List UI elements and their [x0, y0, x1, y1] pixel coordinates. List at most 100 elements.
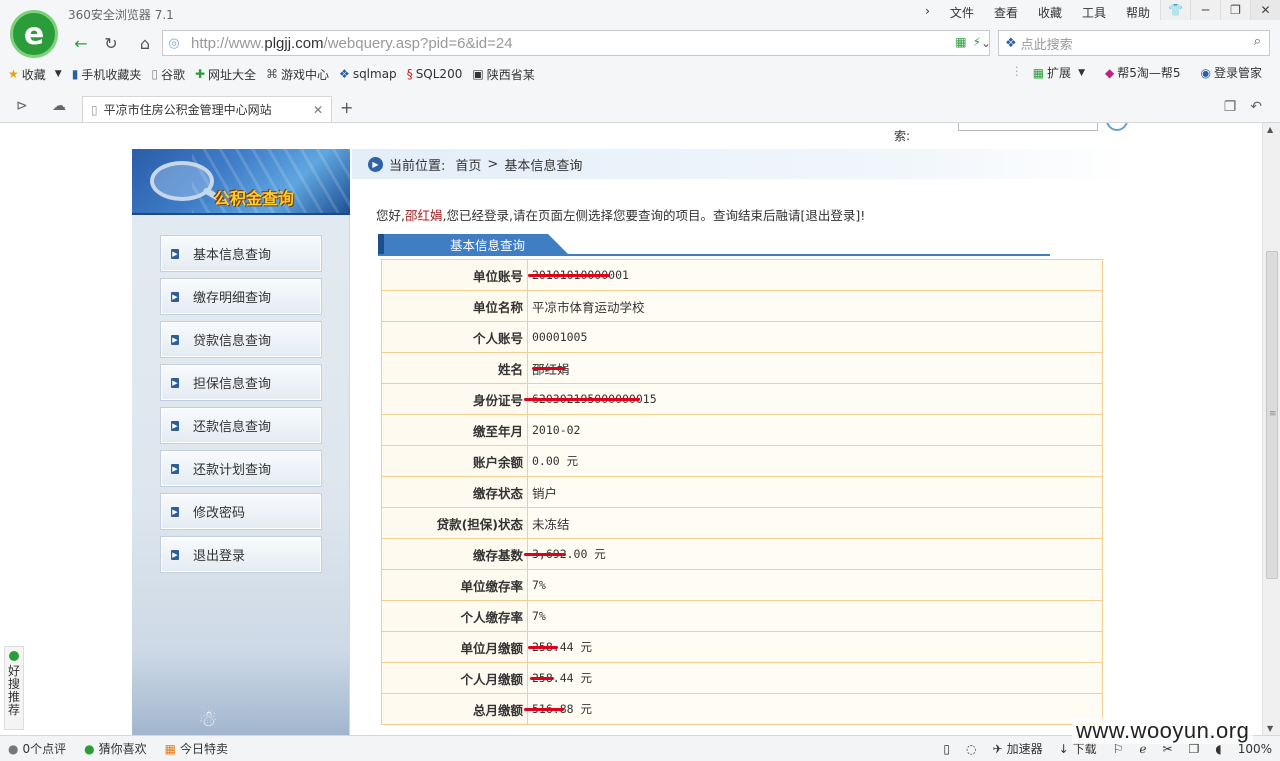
recommend-panel[interactable]: 好 搜 推 荐	[4, 646, 24, 730]
maximize-button[interactable]: ❐	[1220, 0, 1250, 20]
bookmark-google[interactable]: ▯ 谷歌	[151, 66, 185, 83]
menu-expand-icon[interactable]: ›	[925, 4, 930, 21]
sidebar-item-basic-info[interactable]: ▶ 基本信息查询	[160, 235, 322, 272]
accelerator-button[interactable]: ✈ 加速器	[993, 740, 1043, 757]
status-daily-deal[interactable]: ▦ 今日特卖	[165, 740, 228, 757]
field-value: 0.00 元	[527, 445, 1103, 477]
sidebar-item-logout[interactable]: ▶ 退出登录	[160, 536, 322, 573]
table-row: 单位月缴额 258.44 元	[381, 631, 1103, 663]
drag-handle-icon: ⋮	[1010, 64, 1023, 78]
search-icon[interactable]: ⌕	[1254, 34, 1261, 49]
field-value: 258.44 元	[527, 662, 1103, 694]
vertical-scrollbar[interactable]: ▲ ≡ ▼	[1262, 123, 1280, 735]
bookmark-sqlmap[interactable]: ❖ sqlmap	[339, 67, 397, 81]
arrow-right-icon: ▶	[171, 506, 179, 517]
back-button[interactable]: ←	[66, 30, 96, 56]
bookmarks-right: ⋮ ▦ 扩展 ▼ ◆ 帮5淘—帮5 ◉ 登录管家	[1011, 64, 1272, 81]
sidebar-item-repayment-plan[interactable]: ▶ 还款计划查询	[160, 450, 322, 487]
table-row: 总月缴额516.88 元	[381, 693, 1103, 725]
redaction-mark	[532, 367, 566, 370]
menu-item-help[interactable]: 帮助	[1126, 4, 1150, 21]
address-url[interactable]: http://www.plgjj.com/webquery.asp?pid=6&…	[185, 35, 513, 52]
arrow-right-icon: ▶	[171, 377, 179, 388]
field-value: 620302195000000015	[524, 383, 1103, 415]
mobile-icon[interactable]: ▯	[943, 742, 950, 756]
basic-info-table: 单位账号20101010000001单位名称平凉市体育运动学校个人账号 00001…	[381, 259, 1103, 725]
welcome-suffix: ,您已经登录,请在页面左侧选择您要查询的项目。查询结束后融请[退出登录]!	[442, 208, 866, 223]
bookmark-games[interactable]: ⌘ 游戏中心	[266, 66, 329, 83]
sidebar-item-repayment-info[interactable]: ▶ 还款信息查询	[160, 407, 322, 444]
field-value: 7%	[527, 569, 1103, 601]
undo-close-icon[interactable]: ↶	[1250, 99, 1262, 115]
menu-item-tools[interactable]: 工具	[1082, 4, 1106, 21]
tab-tools: ❐ ↶	[1224, 99, 1262, 115]
bang5-button[interactable]: ◆ 帮5淘—帮5	[1105, 64, 1181, 81]
breadcrumb-separator: >	[487, 156, 499, 172]
navigation-row: ← ↻ ⌂ ◎ http://www.plgjj.com/webquery.as…	[66, 30, 1270, 56]
table-row: 个人账号 00001005	[381, 321, 1103, 353]
tab-list-icon[interactable]: ❐	[1224, 99, 1237, 115]
page-icon: ▯	[151, 67, 158, 81]
field-value: 516.88 元	[524, 693, 1103, 725]
reload-button[interactable]: ↻	[96, 30, 126, 56]
minimize-button[interactable]: ─	[1190, 0, 1220, 20]
cloud-icon[interactable]: ☁	[52, 98, 66, 114]
search-engine-paw-icon[interactable]: ❖	[1005, 36, 1017, 51]
qr-code-icon[interactable]: ▦	[955, 35, 966, 49]
bookmark-sql200[interactable]: § SQL200	[407, 67, 463, 81]
search-input[interactable]: ❖ 点此搜索 ⌕	[998, 30, 1270, 56]
table-row: 姓名邵红娟	[381, 352, 1103, 384]
compat-mode-icon[interactable]: ◌	[966, 742, 976, 756]
close-window-button[interactable]: ✕	[1250, 0, 1280, 20]
query-banner: 公积金查询	[132, 149, 350, 215]
sidebar-item-loan-info[interactable]: ▶ 贷款信息查询	[160, 321, 322, 358]
extensions-button[interactable]: ▦ 扩展 ▼	[1033, 64, 1085, 81]
sidebar-item-change-password[interactable]: ▶ 修改密码	[160, 493, 322, 530]
browser-chrome: e 360安全浏览器 7.1 › 文件 查看 收藏 工具 帮助 👕 ─ ❐ ✕ …	[0, 0, 1280, 123]
menu-item-file[interactable]: 文件	[950, 4, 974, 21]
home-button[interactable]: ⌂	[130, 30, 160, 56]
bookmarks-bar: ★ 收藏 ▼ ▮ 手机收藏夹 ▯ 谷歌 ✚ 网址大全 ⌘ 游戏中心 ❖ sqlmap § SQL…	[8, 64, 1272, 84]
field-value-text: 7%	[532, 609, 546, 623]
sidebar-item-guarantee-info[interactable]: ▶ 担保信息查询	[160, 364, 322, 401]
field-label: 总月缴额	[381, 693, 528, 725]
section-title: 基本信息查询	[378, 234, 568, 254]
field-label: 缴至年月	[381, 414, 528, 446]
login-manager-button[interactable]: ◉ 登录管家	[1201, 64, 1263, 81]
location-icon: ▶	[368, 156, 383, 172]
scroll-up-icon[interactable]: ▲	[1267, 125, 1273, 134]
menu-item-favorites[interactable]: 收藏	[1038, 4, 1062, 21]
status-comments[interactable]: ● 0个点评	[8, 740, 66, 757]
chevron-down-icon: ▼	[1078, 67, 1085, 78]
field-label: 身份证号	[381, 383, 528, 415]
bookmark-sites[interactable]: ✚ 网址大全	[195, 66, 256, 83]
field-label: 单位缴存率	[381, 569, 528, 601]
welcome-prefix: 您好,	[376, 208, 405, 223]
sidebar-item-deposit-detail[interactable]: ▶ 缴存明细查询	[160, 278, 322, 315]
breadcrumb-home[interactable]: 首页	[455, 155, 481, 174]
redaction-mark	[524, 398, 640, 401]
close-tab-icon[interactable]: ✕	[313, 103, 323, 117]
new-tab-button[interactable]: +	[340, 98, 353, 117]
address-dropdown-icon[interactable]: ⌄	[974, 30, 998, 56]
top-search-input[interactable]	[958, 123, 1098, 131]
bookmark-shaanxi[interactable]: ▣ 陕西省某	[472, 66, 534, 83]
status-guess[interactable]: ● 猜你喜欢	[84, 740, 147, 757]
field-value: 00001005	[527, 321, 1103, 353]
field-label: 账户余额	[381, 445, 528, 477]
field-value-text: 0.00 元	[532, 454, 579, 468]
top-search-button[interactable]	[1106, 123, 1128, 131]
field-value: 258.44 元	[527, 631, 1103, 663]
tab-active[interactable]: ▯ 平凉市住房公积金管理中心网站 ✕	[82, 96, 332, 122]
skin-shirt-icon[interactable]: 👕	[1160, 0, 1190, 20]
welcome-message: 您好,邵红娟,您已经登录,请在页面左侧选择您要查询的项目。查询结束后融请[退出登…	[376, 205, 865, 224]
sidebar-toggle-icon[interactable]: ⊳	[16, 98, 28, 114]
bookmark-mobile[interactable]: ▮ 手机收藏夹	[72, 66, 142, 83]
scroll-down-icon[interactable]: ▼	[1267, 724, 1273, 733]
menu-item-view[interactable]: 查看	[994, 4, 1018, 21]
grid-icon: ▦	[1032, 65, 1045, 80]
recommend-char-4: 荐	[7, 703, 20, 717]
redaction-mark	[524, 708, 564, 711]
address-bar[interactable]: ◎ http://www.plgjj.com/webquery.asp?pid=…	[162, 30, 990, 56]
bookmark-favorites[interactable]: ★ 收藏 ▼	[8, 66, 62, 83]
